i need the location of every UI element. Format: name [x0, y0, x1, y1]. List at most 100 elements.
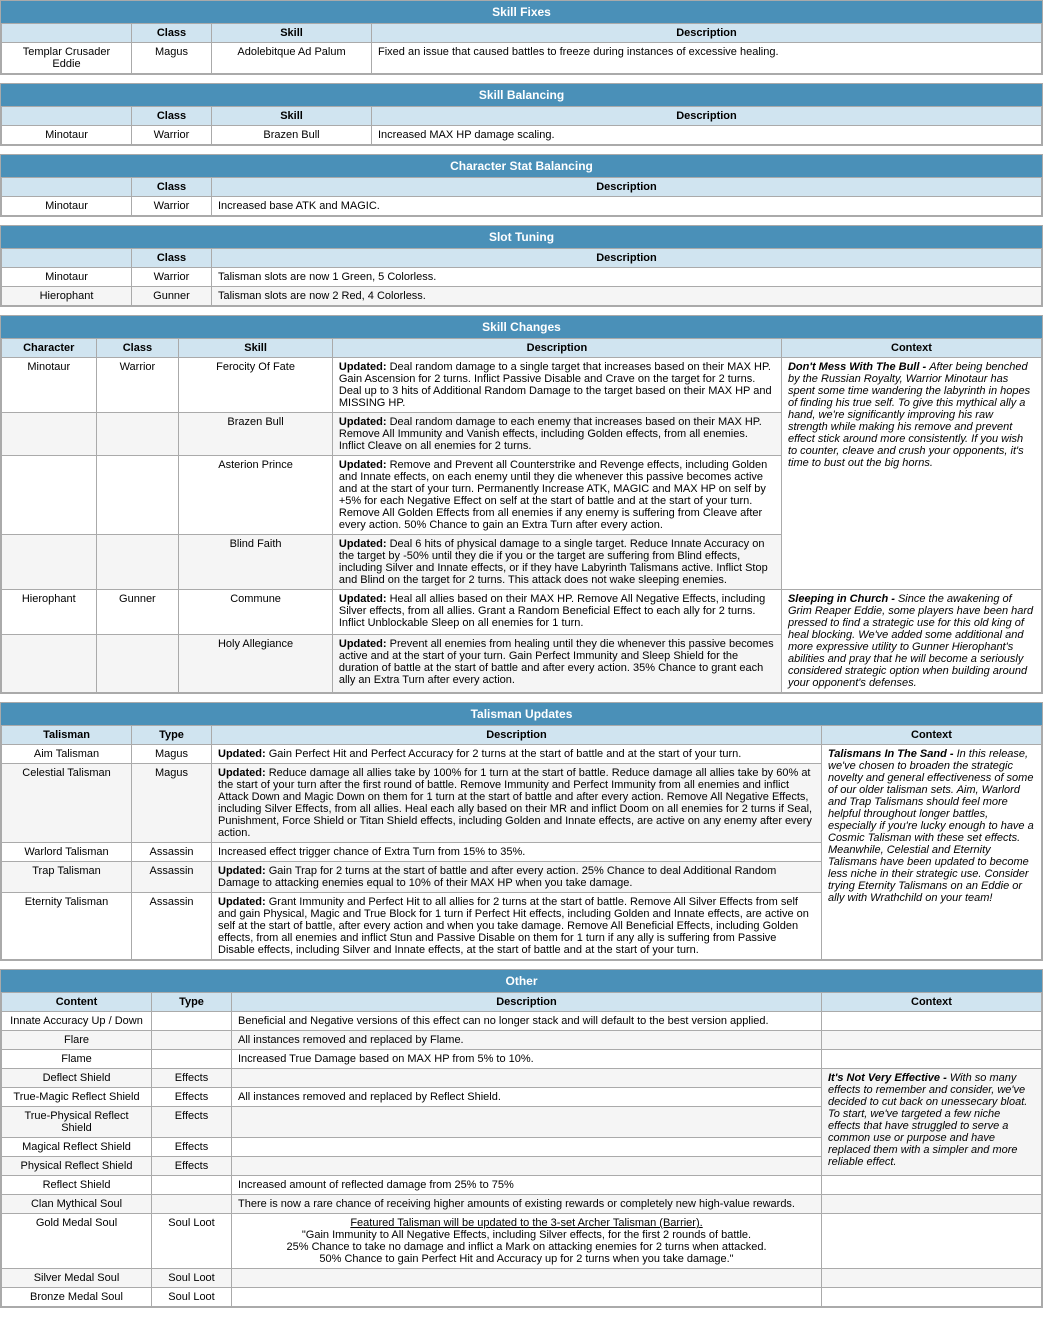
col-skill: Skill [212, 24, 372, 43]
cell-description: Updated: Heal all allies based on their … [332, 590, 781, 635]
col-content: Content [2, 993, 152, 1012]
cell-description: All instances removed and replaced by Re… [232, 1088, 822, 1107]
cell-type: Effects [152, 1107, 232, 1138]
col-class: Class [96, 339, 179, 358]
context-cell-talisman: Talismans In The Sand - In this release,… [822, 745, 1042, 960]
cell-description: All instances removed and replaced by Fl… [232, 1031, 822, 1050]
skill-changes-table: Character Class Skill Description Contex… [1, 338, 1042, 693]
cell-description: Talisman slots are now 2 Red, 4 Colorles… [212, 287, 1042, 306]
col-character [2, 178, 132, 197]
col-context: Context [822, 726, 1042, 745]
cell-skill: Holy Allegiance [179, 635, 333, 693]
table-row: Reflect ShieldIncreased amount of reflec… [2, 1176, 1042, 1195]
cell-type [152, 1176, 232, 1195]
col-context: Context [781, 339, 1041, 358]
cell-character: Minotaur [2, 197, 132, 216]
cell-type: Assassin [132, 843, 212, 862]
cell-type: Soul Loot [152, 1269, 232, 1288]
cell-skill: Blind Faith [179, 535, 333, 590]
context-cell-empty [822, 1288, 1042, 1307]
cell-description: Updated: Prevent all enemies from healin… [332, 635, 781, 693]
cell-description: Updated: Deal random damage to each enem… [332, 413, 781, 456]
talisman-updates-header: Talisman Updates [1, 703, 1042, 725]
col-description: Description [372, 107, 1042, 126]
cell-content: Flare [2, 1031, 152, 1050]
cell-description: Updated: Gain Perfect Hit and Perfect Ac… [212, 745, 822, 764]
col-character [2, 24, 132, 43]
cell-class [96, 635, 179, 693]
col-description: Description [372, 24, 1042, 43]
char-stat-table: Class Description Minotaur Warrior Incre… [1, 177, 1042, 216]
context-cell-empty [822, 1214, 1042, 1269]
cell-class: Warrior [132, 126, 212, 145]
col-type: Type [132, 726, 212, 745]
cell-character [2, 456, 97, 535]
table-row: Innate Accuracy Up / DownBeneficial and … [2, 1012, 1042, 1031]
cell-character: Hierophant [2, 590, 97, 635]
cell-description [232, 1107, 822, 1138]
cell-talisman: Eternity Talisman [2, 893, 132, 960]
cell-type: Effects [152, 1069, 232, 1088]
table-row: Clan Mythical SoulThere is now a rare ch… [2, 1195, 1042, 1214]
slot-tuning-section: Slot Tuning Class Description Minotaur W… [0, 225, 1043, 307]
col-skill: Skill [179, 339, 333, 358]
cell-content: Innate Accuracy Up / Down [2, 1012, 152, 1031]
cell-content: Reflect Shield [2, 1176, 152, 1195]
table-row: Bronze Medal SoulSoul Loot [2, 1288, 1042, 1307]
cell-description [232, 1069, 822, 1088]
cell-description [232, 1157, 822, 1176]
cell-description: Updated: Reduce damage all allies take b… [212, 764, 822, 843]
col-description: Description [212, 249, 1042, 268]
talisman-updates-table: Talisman Type Description Context Aim Ta… [1, 725, 1042, 960]
cell-skill: Asterion Prince [179, 456, 333, 535]
table-row: Gold Medal SoulSoul LootFeatured Talisma… [2, 1214, 1042, 1269]
col-type: Type [152, 993, 232, 1012]
talisman-updates-section: Talisman Updates Talisman Type Descripti… [0, 702, 1043, 961]
other-header: Other [1, 970, 1042, 992]
cell-type [152, 1050, 232, 1069]
skill-balancing-header: Skill Balancing [1, 84, 1042, 106]
char-stat-section: Character Stat Balancing Class Descripti… [0, 154, 1043, 217]
cell-type: Assassin [132, 893, 212, 960]
table-row: Flare All instances removed and replaced … [2, 1031, 1042, 1050]
cell-content: True-Physical Reflect Shield [2, 1107, 152, 1138]
table-row: Hierophant Gunner Talisman slots are now… [2, 287, 1042, 306]
cell-type [152, 1031, 232, 1050]
col-skill: Skill [212, 107, 372, 126]
cell-character: Hierophant [2, 287, 132, 306]
context-cell-itnve: It's Not Very Effective - With so many e… [822, 1069, 1042, 1176]
cell-content: Silver Medal Soul [2, 1269, 152, 1288]
col-class: Class [132, 24, 212, 43]
cell-description: Increased effect trigger chance of Extra… [212, 843, 822, 862]
cell-type: Soul Loot [152, 1214, 232, 1269]
cell-description: Increased MAX HP damage scaling. [372, 126, 1042, 145]
table-row: FlameIncreased True Damage based on MAX … [2, 1050, 1042, 1069]
cell-description: Updated: Gain Trap for 2 turns at the st… [212, 862, 822, 893]
cell-class: Gunner [132, 287, 212, 306]
cell-class: Warrior [96, 358, 179, 413]
cell-content: Magical Reflect Shield [2, 1138, 152, 1157]
cell-type: Soul Loot [152, 1288, 232, 1307]
skill-changes-header: Skill Changes [1, 316, 1042, 338]
context-cell-hierophant: Sleeping in Church - Since the awakening… [781, 590, 1041, 693]
cell-character: Minotaur [2, 126, 132, 145]
cell-class: Warrior [132, 268, 212, 287]
col-description: Description [332, 339, 781, 358]
cell-content: Deflect Shield [2, 1069, 152, 1088]
cell-talisman: Celestial Talisman [2, 764, 132, 843]
col-class: Class [132, 107, 212, 126]
cell-character: Minotaur [2, 358, 97, 413]
cell-talisman: Warlord Talisman [2, 843, 132, 862]
cell-type [152, 1012, 232, 1031]
cell-character: Templar Crusader Eddie [2, 43, 132, 74]
cell-character: Minotaur [2, 268, 132, 287]
cell-type: Magus [132, 764, 212, 843]
cell-description: There is now a rare chance of receiving … [232, 1195, 822, 1214]
cell-description [232, 1288, 822, 1307]
col-talisman: Talisman [2, 726, 132, 745]
cell-character [2, 635, 97, 693]
context-cell-empty [822, 1195, 1042, 1214]
cell-type: Effects [152, 1088, 232, 1107]
table-row: MinotaurWarriorFerocity Of FateUpdated: … [2, 358, 1042, 413]
table-row: Templar Crusader Eddie Magus Adolebitque… [2, 43, 1042, 74]
